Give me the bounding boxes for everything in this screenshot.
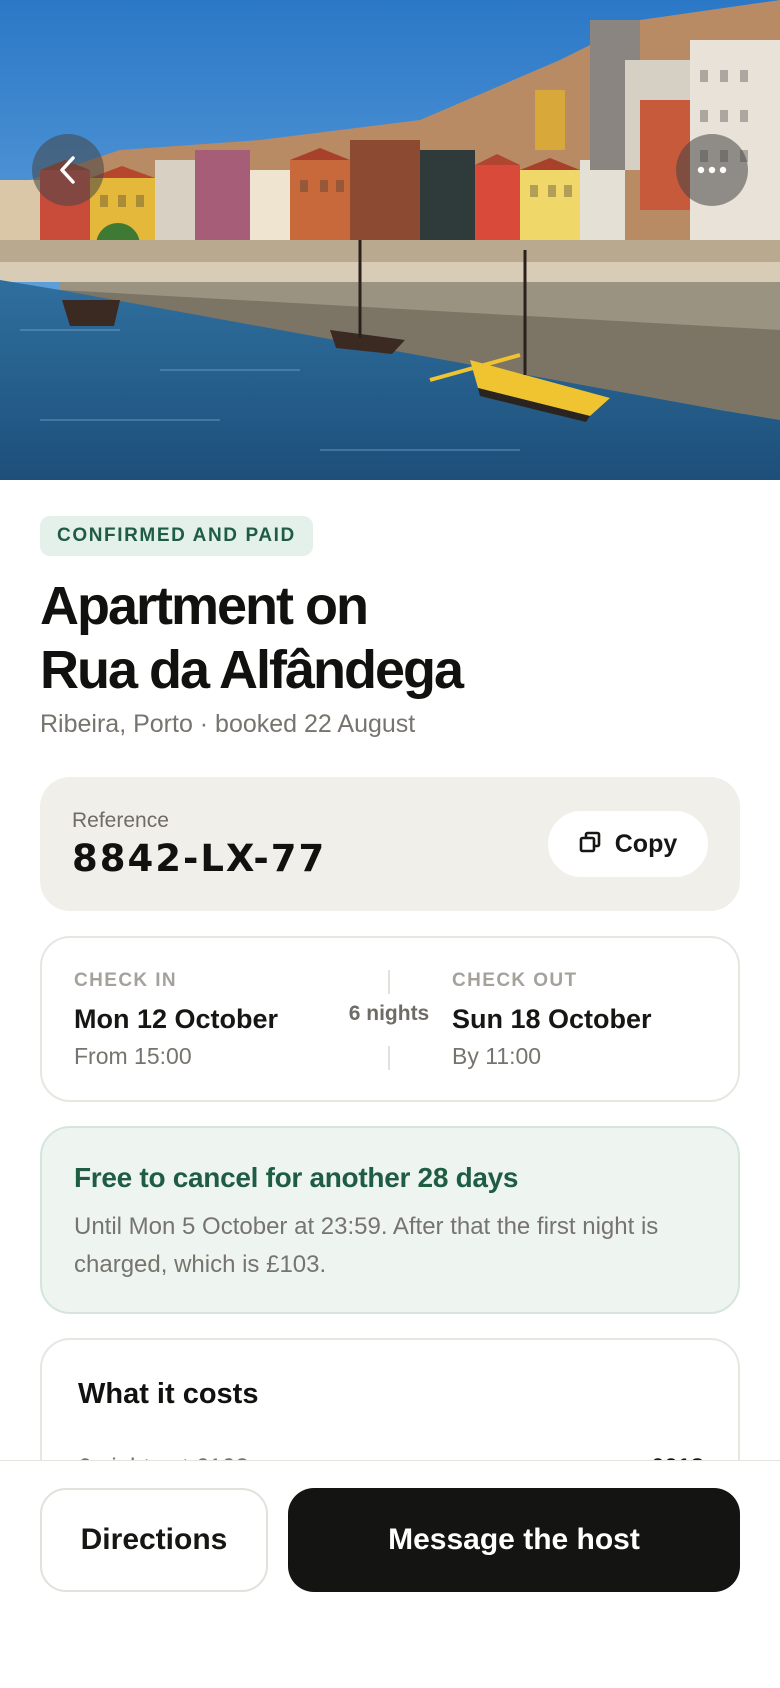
message-host-button[interactable]: Message the host: [288, 1488, 740, 1592]
back-button[interactable]: [32, 134, 104, 206]
hero-photo-porto-riverside: [0, 0, 780, 480]
nights-count: 6 nights: [348, 1002, 430, 1025]
check-out: CHECK OUT Sun 18 October By 11:00: [452, 970, 652, 1070]
cancellation-body: Until Mon 5 October at 23:59. After that…: [74, 1213, 659, 1278]
page-title: Apartment on Rua da Alfândega: [40, 574, 740, 702]
reference-card: Reference 8842-LX-77 Copy: [40, 777, 740, 911]
check-out-label: CHECK OUT: [452, 970, 578, 991]
bottom-action-bar: Directions Message the host: [0, 1460, 780, 1688]
copy-reference-button[interactable]: Copy: [548, 811, 708, 877]
copy-icon: [579, 831, 601, 858]
check-out-date: Sun 18 October: [452, 1004, 652, 1034]
check-in-date: Mon 12 October: [74, 1004, 279, 1034]
check-in-time: From 15:00: [74, 1043, 192, 1069]
chevron-left-icon: [55, 155, 81, 185]
divider: [388, 1046, 390, 1070]
check-in: CHECK IN Mon 12 October From 15:00: [74, 970, 278, 1070]
cancellation-policy-card: Free to cancel for another 28 days Until…: [40, 1126, 740, 1314]
page-title-line-2: Rua da Alfândega: [40, 640, 464, 700]
costs-title: What it costs: [78, 1378, 259, 1410]
reference-label: Reference: [72, 809, 169, 832]
more-options-button[interactable]: [676, 134, 748, 206]
location-subtitle: Ribeira, Porto · booked 22 August: [40, 710, 416, 738]
page-title-line-1: Apartment on: [40, 576, 369, 636]
status-badge: CONFIRMED AND PAID: [40, 516, 313, 556]
more-horizontal-icon: [697, 166, 727, 174]
directions-button[interactable]: Directions: [40, 1488, 268, 1592]
hero-image: [0, 0, 780, 480]
copy-label: Copy: [614, 829, 678, 858]
check-out-time: By 11:00: [452, 1043, 542, 1069]
divider: [388, 970, 390, 994]
cancellation-title: Free to cancel for another 28 days: [74, 1162, 519, 1193]
check-in-label: CHECK IN: [74, 970, 178, 991]
stay-dates-card: CHECK IN Mon 12 October From 15:00 6 nig…: [40, 936, 740, 1102]
reference-code: 8842-LX-77: [72, 837, 327, 880]
